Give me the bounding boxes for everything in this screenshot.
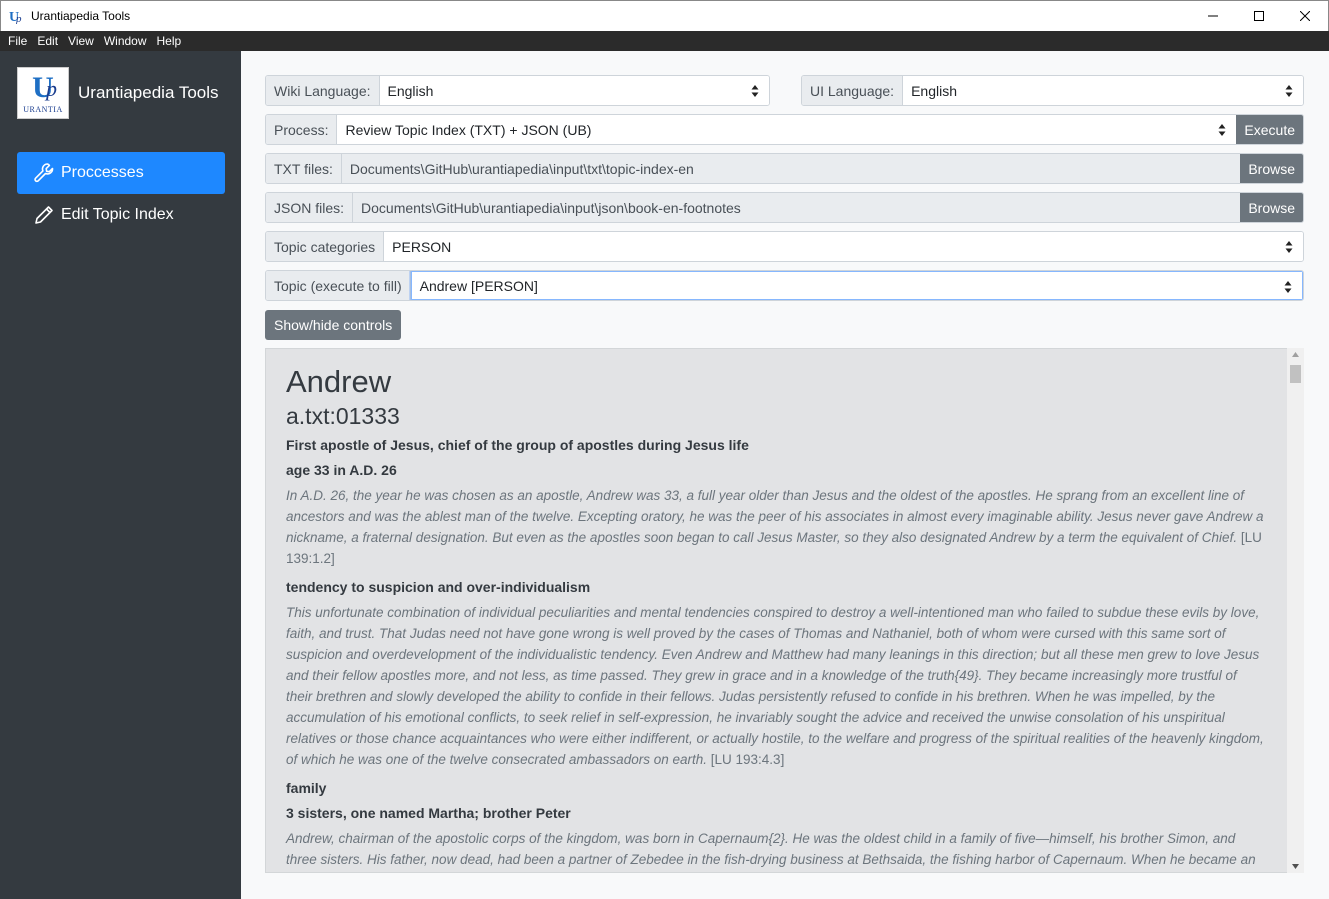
- menu-help[interactable]: Help: [153, 34, 186, 48]
- wiki-language-group: Wiki Language: English: [265, 75, 770, 106]
- txt-browse-button[interactable]: Browse: [1240, 154, 1303, 183]
- txt-files-row: TXT files: Documents\GitHub\urantiapedia…: [265, 153, 1304, 184]
- ui-language-select[interactable]: English: [903, 76, 1303, 105]
- sidebar-item-label: Proccesses: [61, 164, 144, 181]
- topic-paragraph: In A.D. 26, the year he was chosen as an…: [286, 488, 1264, 566]
- topic-categories-select[interactable]: PERSON: [384, 232, 1303, 261]
- topic-source: a.txt:01333: [286, 403, 400, 429]
- paragraph-reference[interactable]: [LU 193:4.3]: [711, 752, 785, 767]
- scroll-thumb[interactable]: [1290, 365, 1301, 383]
- menu-window[interactable]: Window: [100, 34, 151, 48]
- language-row: Wiki Language: English UI Language: Engl…: [265, 75, 1304, 106]
- topic-categories-group: Topic categories PERSON: [265, 231, 1304, 262]
- urantiapedia-logo: U p URANTIA: [17, 67, 69, 119]
- minimize-button[interactable]: [1190, 1, 1236, 31]
- wrench-icon: [33, 162, 55, 184]
- scroll-down-arrow-icon[interactable]: [1291, 862, 1300, 870]
- wiki-language-select[interactable]: English: [379, 76, 769, 105]
- maximize-button[interactable]: [1236, 1, 1282, 31]
- svg-text:p: p: [15, 13, 22, 24]
- minimize-icon: [1208, 15, 1218, 17]
- close-icon: [1300, 11, 1310, 21]
- select-arrows-icon: [751, 85, 759, 97]
- maximize-icon: [1254, 11, 1264, 21]
- menu-file[interactable]: File: [4, 34, 31, 48]
- sidebar-item-processes[interactable]: Proccesses: [17, 152, 225, 194]
- topic-heading: First apostle of Jesus, chief of the gro…: [286, 437, 749, 453]
- sidebar-nav: Proccesses Edit Topic Index: [17, 152, 225, 236]
- json-browse-button[interactable]: Browse: [1240, 193, 1303, 222]
- txt-files-path: Documents\GitHub\urantiapedia\input\txt\…: [341, 154, 1241, 183]
- brand-title: Urantiapedia Tools: [78, 83, 219, 102]
- brand: U p URANTIA Urantiapedia Tools: [17, 67, 219, 119]
- ui-language-group: UI Language: English: [801, 75, 1304, 106]
- process-label: Process:: [266, 115, 338, 144]
- process-group: Process: Review Topic Index (TXT) + JSON…: [265, 114, 1304, 145]
- sidebar-item-edit-topic-index[interactable]: Edit Topic Index: [17, 194, 225, 236]
- menu-bar: File Edit View Window Help: [0, 31, 1329, 51]
- topic-row: Topic (execute to fill) Andrew [PERSON]: [265, 270, 1304, 301]
- app-icon: Up: [9, 8, 25, 24]
- select-arrows-icon: [1284, 281, 1292, 293]
- topic-title: Andrew: [286, 364, 392, 399]
- topic-subheading: 3 sisters, one named Martha; brother Pet…: [286, 805, 571, 821]
- menu-view[interactable]: View: [64, 34, 98, 48]
- select-arrows-icon: [1285, 241, 1293, 253]
- sidebar: U p URANTIA Urantiapedia Tools Proccesse…: [0, 51, 241, 899]
- topic-categories-row: Topic categories PERSON: [265, 231, 1304, 262]
- txt-files-group: TXT files: Documents\GitHub\urantiapedia…: [265, 153, 1304, 184]
- sidebar-item-label: Edit Topic Index: [61, 206, 174, 223]
- topic-label: Topic (execute to fill): [266, 271, 411, 300]
- json-files-label: JSON files:: [266, 193, 354, 222]
- topic-subheading: tendency to suspicion and over-individua…: [286, 579, 591, 595]
- topic-content-panel: Andrew a.txt:01333 First apostle of Jesu…: [265, 348, 1303, 873]
- process-select[interactable]: Review Topic Index (TXT) + JSON (UB): [337, 115, 1237, 144]
- process-row: Process: Review Topic Index (TXT) + JSON…: [265, 114, 1304, 145]
- topic-subheading: age 33 in A.D. 26: [286, 462, 397, 478]
- json-files-path: Documents\GitHub\urantiapedia\input\json…: [353, 193, 1241, 222]
- txt-files-label: TXT files:: [266, 154, 342, 183]
- topic-group: Topic (execute to fill) Andrew [PERSON]: [265, 270, 1304, 301]
- topic-paragraph: Andrew, chairman of the apostolic corps …: [286, 831, 1256, 867]
- topic-paragraph: This unfortunate combination of individu…: [286, 605, 1264, 767]
- ui-language-label: UI Language:: [802, 76, 904, 105]
- topic-categories-label: Topic categories: [266, 232, 385, 261]
- execute-button[interactable]: Execute: [1236, 115, 1303, 144]
- window-titlebar: Up Urantiapedia Tools: [0, 0, 1329, 31]
- menu-edit[interactable]: Edit: [33, 34, 62, 48]
- close-button[interactable]: [1282, 1, 1328, 31]
- topic-select[interactable]: Andrew [PERSON]: [410, 271, 1303, 300]
- scroll-up-arrow-icon[interactable]: [1291, 351, 1300, 359]
- wiki-language-label: Wiki Language:: [266, 76, 380, 105]
- show-hide-controls-button[interactable]: Show/hide controls: [265, 310, 402, 340]
- window-title: Urantiapedia Tools: [31, 9, 131, 23]
- select-arrows-icon: [1218, 124, 1226, 136]
- json-files-row: JSON files: Documents\GitHub\urantiapedi…: [265, 192, 1304, 223]
- main-panel: Wiki Language: English UI Language: Engl…: [241, 51, 1329, 899]
- content-scrollbar[interactable]: [1287, 348, 1304, 873]
- topic-subheading: family: [286, 780, 327, 796]
- topic-content: Andrew a.txt:01333 First apostle of Jesu…: [286, 363, 1266, 872]
- pencil-icon: [33, 204, 55, 226]
- select-arrows-icon: [1285, 85, 1293, 97]
- json-files-group: JSON files: Documents\GitHub\urantiapedi…: [265, 192, 1304, 223]
